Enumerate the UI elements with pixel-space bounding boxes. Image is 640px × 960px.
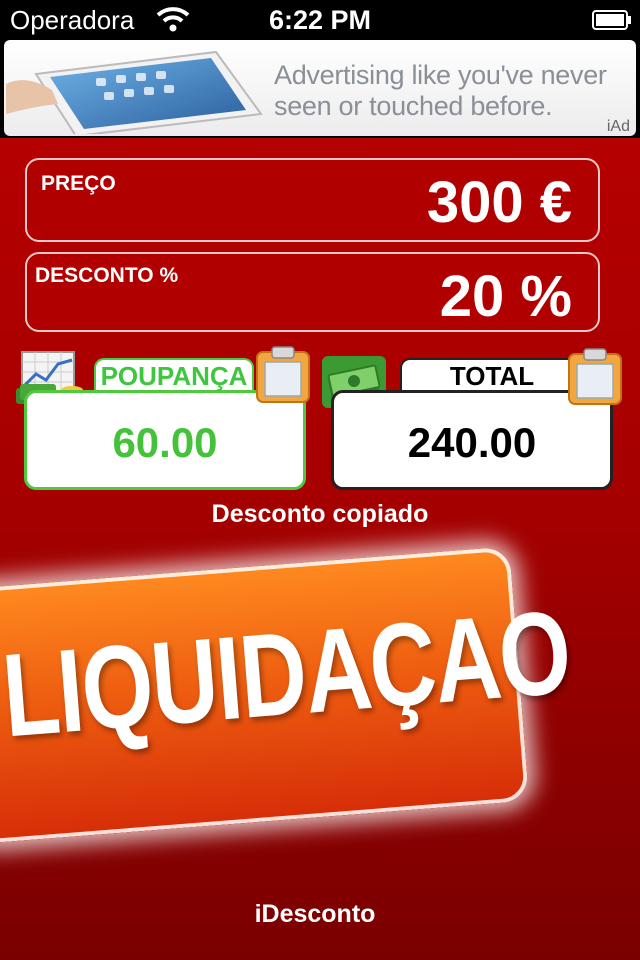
- price-value[interactable]: 300 €: [427, 174, 572, 232]
- ad-banner[interactable]: Advertising like you've never seen or to…: [4, 40, 636, 136]
- clock-time: 6:22 PM: [268, 5, 372, 35]
- savings-value[interactable]: 60.00: [24, 390, 306, 490]
- ad-headline: Advertising like you've never seen or to…: [274, 60, 607, 121]
- app-name: iDesconto: [254, 900, 376, 928]
- calculator-panel: PREÇO 300 € DESCONTO % 20 % POUPANÇA 60.…: [0, 138, 640, 960]
- price-label: PREÇO: [41, 172, 116, 195]
- tablet-image: [6, 50, 263, 134]
- status-bar: Operadora 6:22 PM: [0, 0, 640, 40]
- discount-label: DESCONTO %: [35, 264, 179, 287]
- copy-status-message: Desconto copiado: [211, 500, 429, 528]
- iad-logo: iAd: [606, 118, 630, 135]
- savings-tab: POUPANÇA: [94, 358, 254, 392]
- discount-field[interactable]: DESCONTO % 20 %: [25, 252, 600, 332]
- total-tab: TOTAL: [400, 358, 584, 392]
- clipboard-icon[interactable]: [254, 344, 312, 404]
- battery-icon: [592, 10, 631, 30]
- sale-banner: LIQUIDAÇAO: [0, 546, 574, 845]
- discount-value[interactable]: 20 %: [440, 268, 572, 326]
- clipboard-icon[interactable]: [566, 346, 624, 406]
- price-field[interactable]: PREÇO 300 €: [25, 158, 600, 242]
